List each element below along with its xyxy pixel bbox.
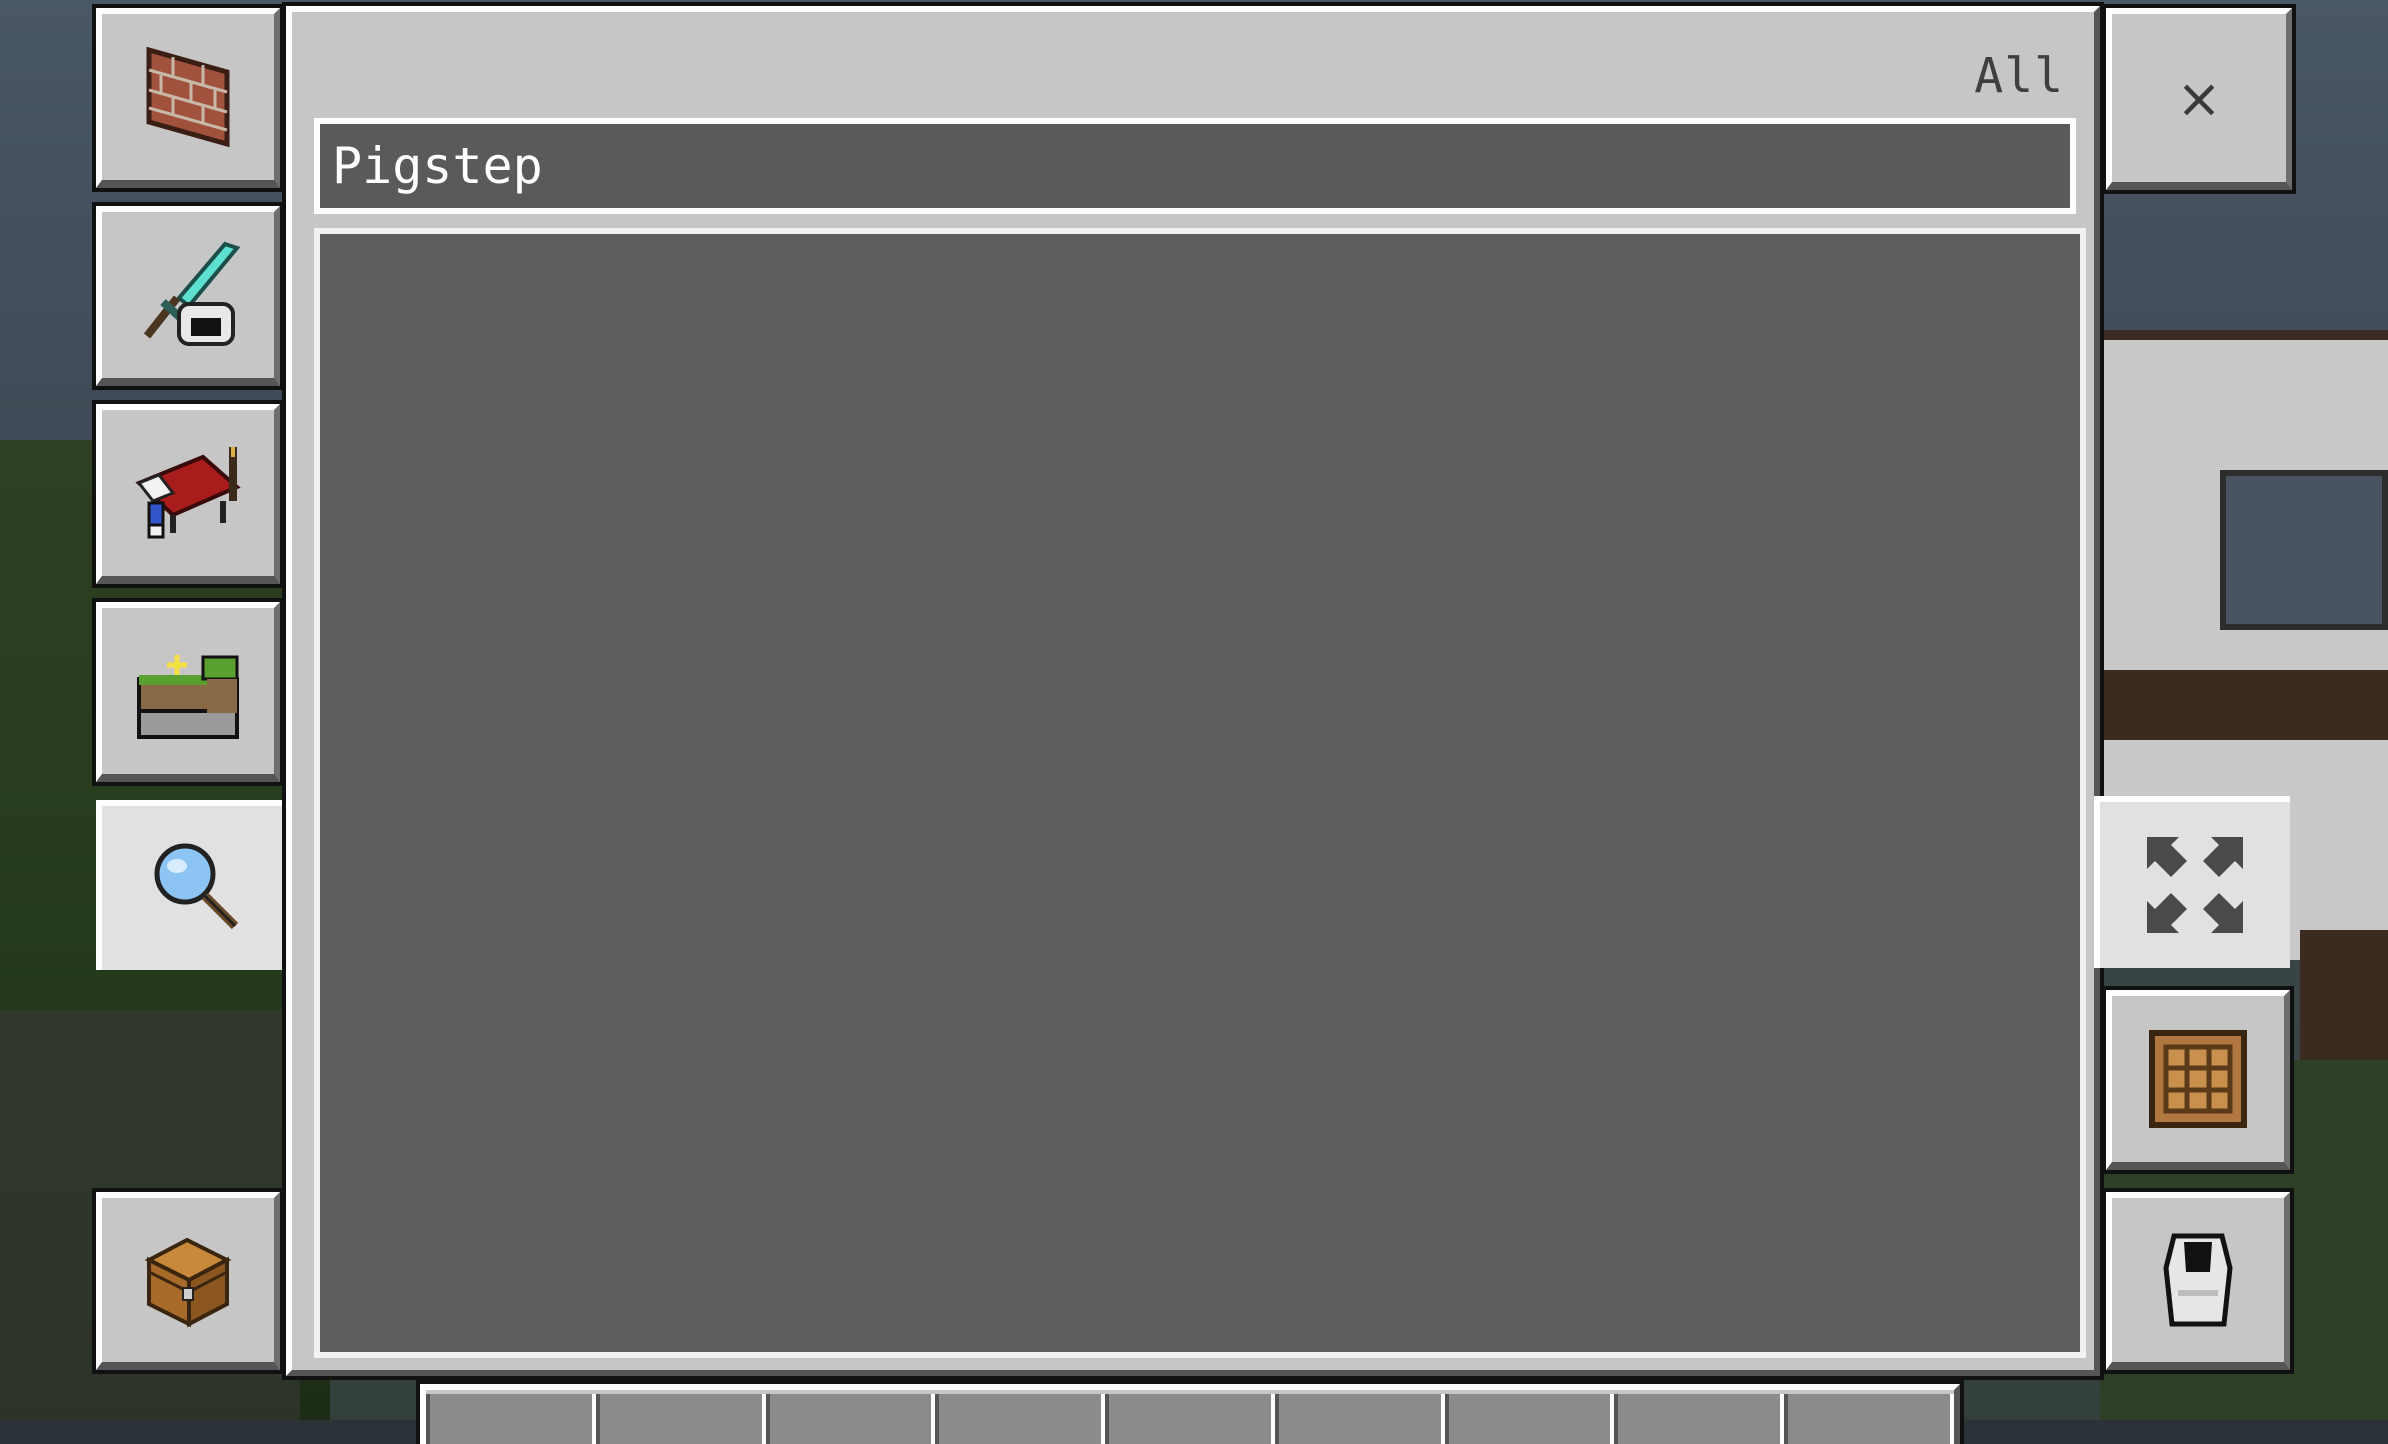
- chestplate-icon: [2158, 1228, 2238, 1332]
- crafting-tab[interactable]: [2106, 990, 2290, 1170]
- close-button[interactable]: ×: [2106, 8, 2292, 190]
- hotbar[interactable]: [420, 1384, 1960, 1444]
- fullscreen-button[interactable]: [2094, 796, 2290, 968]
- search-tab[interactable]: [96, 800, 292, 970]
- hotbar-slot[interactable]: [426, 1394, 596, 1444]
- hotbar-slot[interactable]: [595, 1394, 766, 1444]
- close-icon: ×: [2176, 66, 2222, 130]
- equipment-tab[interactable]: [96, 206, 280, 386]
- construction-tab[interactable]: [96, 8, 280, 188]
- search-box[interactable]: [314, 118, 2076, 214]
- diamond-sword-helmet-icon: [133, 240, 243, 350]
- expand-arrows-icon: [2143, 833, 2247, 937]
- hotbar-slot[interactable]: [765, 1394, 936, 1444]
- search-results-grid[interactable]: [314, 228, 2086, 1358]
- magnifying-glass-icon: [147, 838, 247, 938]
- house-door: [2300, 930, 2388, 1060]
- creative-inventory-panel: All: [286, 6, 2100, 1376]
- house-window: [2220, 470, 2388, 630]
- hotbar-slot[interactable]: [935, 1394, 1106, 1444]
- filter-label[interactable]: All: [1974, 48, 2064, 104]
- red-bed-icon: [133, 443, 243, 543]
- grass-block-icon: [133, 641, 243, 741]
- armor-tab[interactable]: [2106, 1192, 2290, 1370]
- search-input[interactable]: [320, 124, 2070, 208]
- brick-wall-icon: [143, 42, 233, 152]
- hotbar-slot[interactable]: [1274, 1394, 1445, 1444]
- crafting-table-icon: [2148, 1029, 2248, 1129]
- nature-tab[interactable]: [96, 602, 280, 782]
- hotbar-slot[interactable]: [1614, 1394, 1785, 1444]
- inventory-tab[interactable]: [96, 1192, 280, 1370]
- hotbar-slot[interactable]: [1105, 1394, 1275, 1444]
- house-beam: [2100, 670, 2388, 740]
- items-tab[interactable]: [96, 404, 280, 584]
- chest-icon: [143, 1232, 233, 1328]
- hotbar-slot[interactable]: [1784, 1394, 1955, 1444]
- hotbar-slot[interactable]: [1444, 1394, 1615, 1444]
